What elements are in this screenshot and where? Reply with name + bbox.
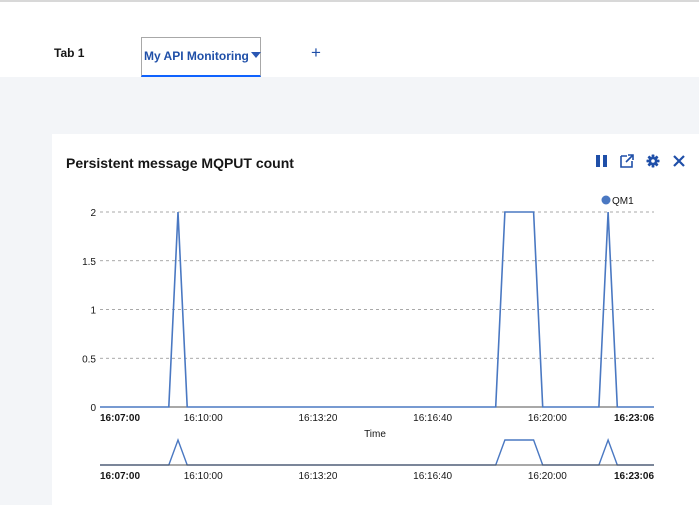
chart-widget: Persistent message MQPUT count bbox=[52, 134, 699, 505]
pause-icon[interactable] bbox=[595, 154, 609, 168]
caret-down-icon[interactable] bbox=[251, 52, 261, 58]
settings-icon[interactable] bbox=[646, 154, 660, 168]
tab-my-api-monitoring[interactable]: My API Monitoring bbox=[141, 37, 261, 77]
launch-icon[interactable] bbox=[620, 154, 634, 168]
tab-bar: Tab 1 My API Monitoring + bbox=[0, 2, 699, 77]
close-icon[interactable] bbox=[672, 154, 686, 168]
widget-title: Persistent message MQPUT count bbox=[66, 155, 294, 171]
tab-label: My API Monitoring bbox=[144, 49, 249, 63]
add-tab-button[interactable]: + bbox=[311, 44, 321, 61]
tab-1[interactable]: Tab 1 bbox=[54, 46, 84, 60]
